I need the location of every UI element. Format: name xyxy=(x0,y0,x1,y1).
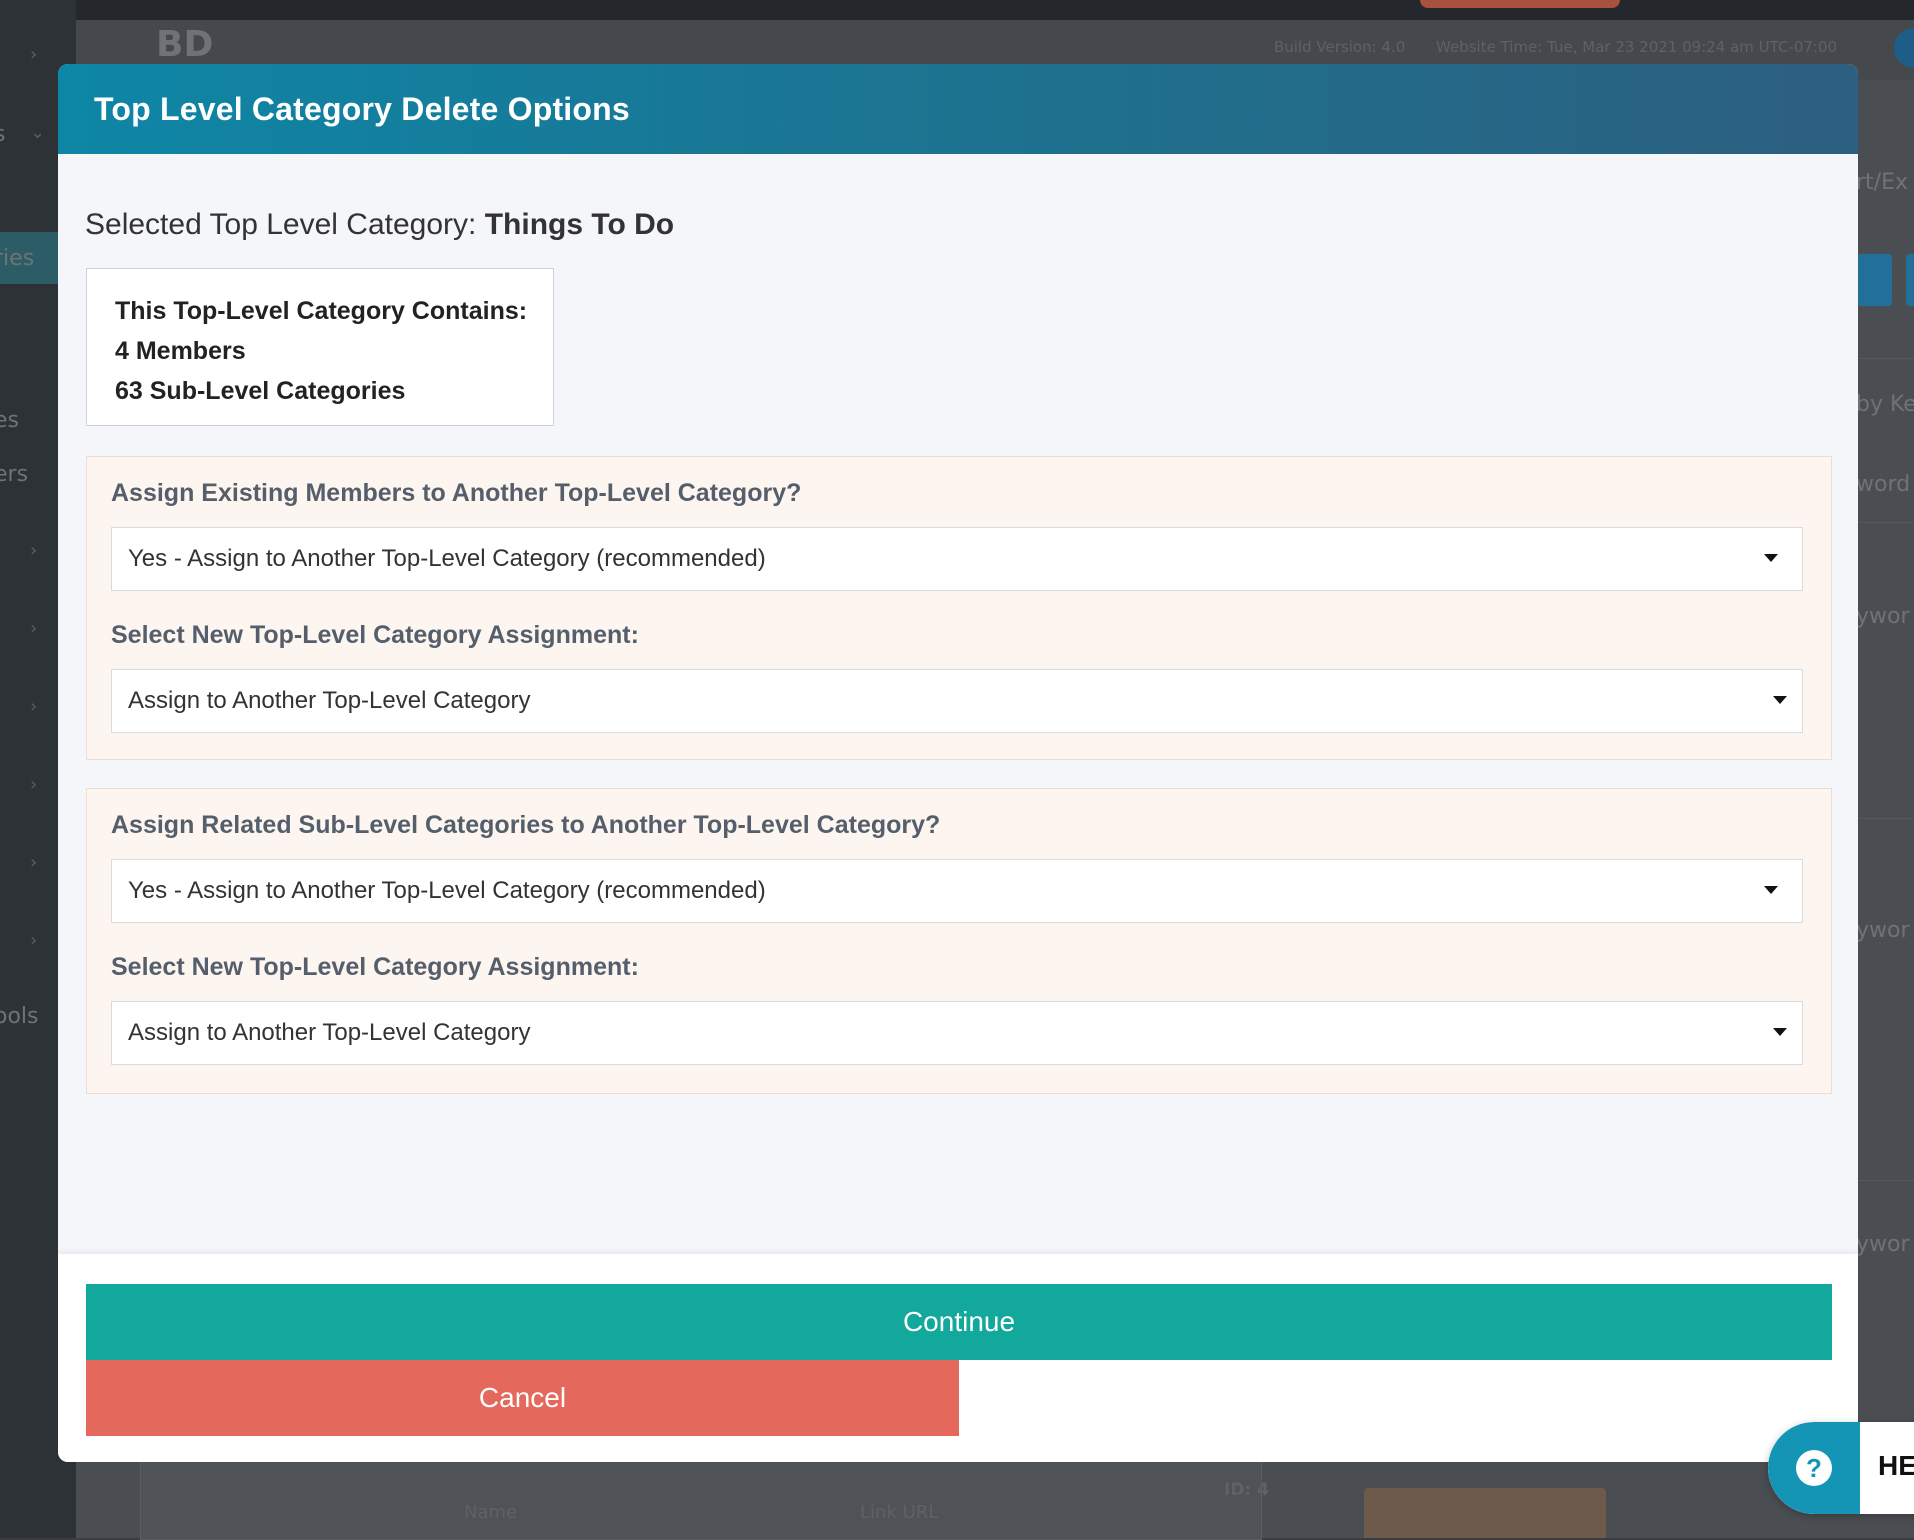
subcategories-new-category-select[interactable]: Assign to Another Top-Level Category xyxy=(111,1001,1803,1065)
background-divider xyxy=(1858,522,1914,523)
background-logo: BD xyxy=(156,24,214,65)
background-action-button xyxy=(1906,254,1914,306)
chevron-right-icon: › xyxy=(30,44,38,65)
background-sidebar-fragment: ers xyxy=(0,462,29,487)
delete-options-modal: Top Level Category Delete Options Select… xyxy=(58,64,1858,1462)
background-right-fragment: by Ke xyxy=(1856,392,1914,417)
help-label: HE xyxy=(1878,1450,1914,1481)
chevron-right-icon: › xyxy=(30,696,38,717)
contents-heading: This Top-Level Category Contains: xyxy=(115,297,528,325)
members-reassign-select-value: Yes - Assign to Another Top-Level Catego… xyxy=(128,545,766,572)
caret-down-icon xyxy=(1764,554,1778,562)
background-right-fragment: rt/Ex xyxy=(1856,170,1909,195)
chevron-right-icon: › xyxy=(30,774,38,795)
background-right-fragment: ywor xyxy=(1856,918,1910,943)
background-sidebar-fragment: es xyxy=(0,408,19,433)
background-divider xyxy=(1858,818,1914,819)
chevron-right-icon: › xyxy=(30,618,38,639)
chevron-right-icon: › xyxy=(30,852,38,873)
members-assignment-label: Select New Top-Level Category Assignment… xyxy=(111,621,639,649)
background-card-link: Link URL xyxy=(860,1502,939,1523)
chevron-down-icon: ⌄ xyxy=(30,122,46,143)
category-contents-box: This Top-Level Category Contains: 4 Memb… xyxy=(86,268,554,426)
members-reassign-panel: Assign Existing Members to Another Top-L… xyxy=(86,456,1832,760)
background-sidebar-fragment: s xyxy=(0,122,5,147)
background-right-fragment: word xyxy=(1856,472,1911,497)
subcategories-new-category-value: Assign to Another Top-Level Category xyxy=(128,1019,531,1046)
subcategories-question: Assign Related Sub-Level Categories to A… xyxy=(111,811,941,839)
modal-header: Top Level Category Delete Options xyxy=(58,64,1858,154)
background-card-name: Name xyxy=(464,1502,518,1523)
background-sidebar-fragment: ools xyxy=(0,1004,39,1029)
modal-title: Top Level Category Delete Options xyxy=(94,90,630,127)
background-right-fragment: ywor xyxy=(1856,604,1910,629)
members-new-category-value: Assign to Another Top-Level Category xyxy=(128,687,531,714)
continue-button[interactable]: Continue xyxy=(86,1284,1832,1360)
background-card-id: ID: 4 xyxy=(1224,1480,1269,1500)
caret-down-icon xyxy=(1773,696,1787,704)
background-divider xyxy=(1858,358,1914,359)
selected-category-line: Selected Top Level Category: Things To D… xyxy=(85,208,674,242)
members-new-category-select[interactable]: Assign to Another Top-Level Category xyxy=(111,669,1803,733)
chevron-right-icon: › xyxy=(30,540,38,561)
members-count: 4 Members xyxy=(115,337,246,365)
members-reassign-select[interactable]: Yes - Assign to Another Top-Level Catego… xyxy=(111,527,1803,591)
help-widget[interactable]: ? HE xyxy=(1768,1422,1914,1514)
background-right-fragment: ywor xyxy=(1856,1232,1910,1257)
background-build-version: Build Version: 4.0 xyxy=(1274,38,1406,56)
background-sidebar-fragment: ries xyxy=(0,246,35,271)
background-divider xyxy=(1858,1180,1914,1181)
caret-down-icon xyxy=(1764,886,1778,894)
help-circle: ? xyxy=(1768,1422,1860,1514)
modal-footer: Continue Cancel xyxy=(58,1254,1858,1462)
members-question: Assign Existing Members to Another Top-L… xyxy=(111,479,802,507)
subcategories-assignment-label: Select New Top-Level Category Assignment… xyxy=(111,953,639,981)
chevron-right-icon: › xyxy=(30,930,38,951)
question-circle-icon: ? xyxy=(1796,1450,1832,1486)
cancel-button[interactable]: Cancel xyxy=(86,1360,959,1436)
subcategories-reassign-select[interactable]: Yes - Assign to Another Top-Level Catego… xyxy=(111,859,1803,923)
background-website-time: Website Time: Tue, Mar 23 2021 09:24 am … xyxy=(1436,38,1838,56)
caret-down-icon xyxy=(1773,1028,1787,1036)
background-top-tab xyxy=(1420,0,1620,8)
background-photo xyxy=(1364,1488,1606,1538)
subcategories-reassign-select-value: Yes - Assign to Another Top-Level Catego… xyxy=(128,877,766,904)
subcategories-count: 63 Sub-Level Categories xyxy=(115,377,406,405)
selected-category-value: Things To Do xyxy=(484,208,675,241)
selected-category-label: Selected Top Level Category: xyxy=(85,208,485,241)
subcategories-reassign-panel: Assign Related Sub-Level Categories to A… xyxy=(86,788,1832,1094)
background-topbar xyxy=(0,0,1914,20)
